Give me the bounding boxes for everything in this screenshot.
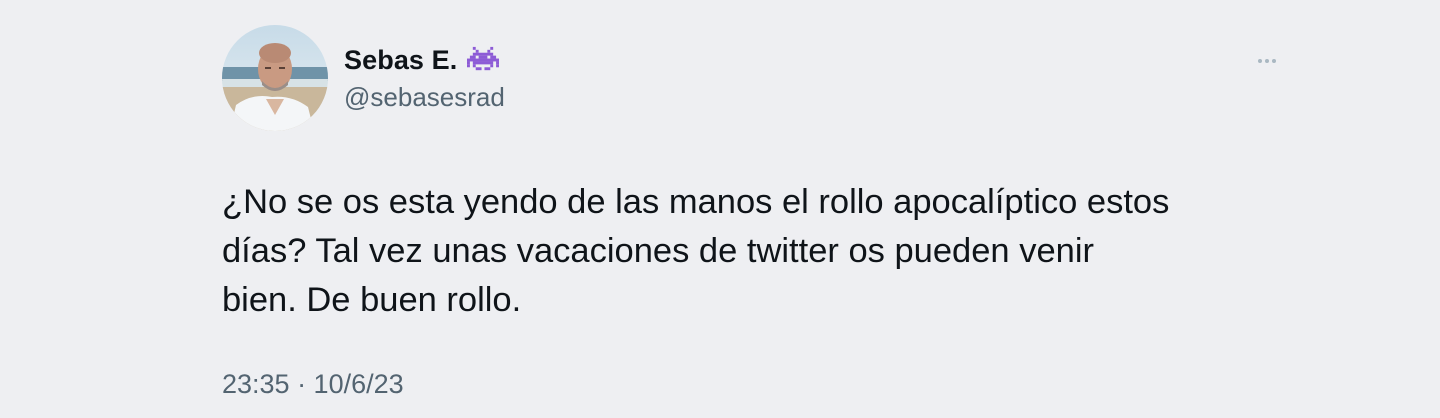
more-icon[interactable] [1252,52,1282,70]
tweet-text: ¿No se os esta yendo de las manos el rol… [222,183,1170,319]
user-name[interactable]: Sebas E. [344,45,457,76]
space-invader-icon [467,46,500,74]
tweet-card: Sebas E. @sebasesrad ¿No se os esta yend… [0,0,1440,418]
more-dot [1265,59,1269,63]
user-handle[interactable]: @sebasesrad [344,82,505,113]
more-dot [1272,59,1276,63]
avatar[interactable] [222,25,328,131]
more-dot [1258,59,1262,63]
user-name-row: Sebas E. [344,44,500,76]
tweet-timestamp[interactable]: 23:35 · 10/6/23 [222,369,404,400]
